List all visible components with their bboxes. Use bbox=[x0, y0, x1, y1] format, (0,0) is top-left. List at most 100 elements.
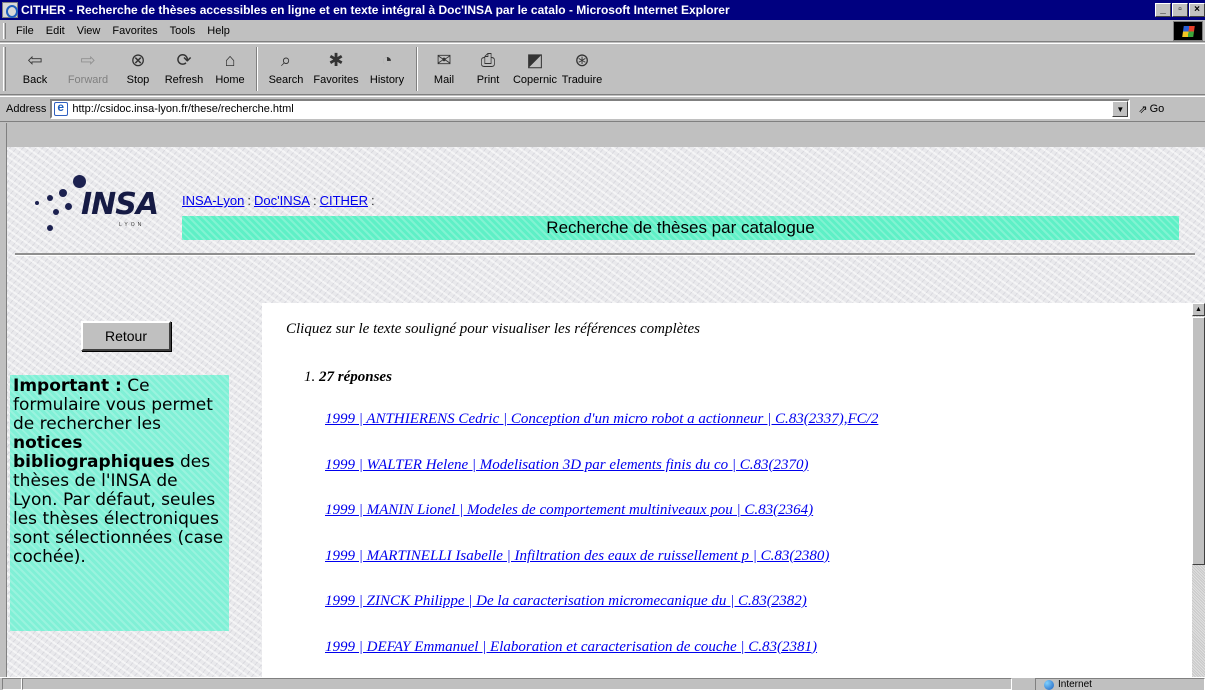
result-link[interactable]: 1999 | ZINCK Philippe | De la caracteris… bbox=[325, 593, 807, 610]
history-button[interactable]: ◔ History bbox=[362, 44, 412, 92]
result-link[interactable]: 1999 | WALTER Helene | Modelisation 3D p… bbox=[325, 457, 808, 474]
menu-view[interactable]: View bbox=[71, 25, 107, 37]
browser-window: CITHER - Recherche de thèses accessibles… bbox=[0, 0, 1205, 690]
toolbar-label: Print bbox=[476, 74, 500, 86]
internet-globe-icon bbox=[1044, 679, 1054, 690]
menu-grip[interactable] bbox=[3, 22, 6, 39]
menu-favorites[interactable]: Favorites bbox=[106, 25, 163, 37]
windows-logo-icon bbox=[1173, 21, 1203, 41]
go-label: Go bbox=[1149, 103, 1165, 115]
results-panel: Cliquez sur le texte souligné pour visua… bbox=[262, 303, 1192, 677]
favorites-icon: ✱ bbox=[328, 50, 344, 70]
copernic-icon: ◩ bbox=[526, 50, 544, 70]
logo-dot bbox=[59, 189, 67, 197]
stop-button[interactable]: ⊗ Stop bbox=[116, 44, 160, 92]
retour-button[interactable]: Retour bbox=[81, 321, 171, 351]
breadcrumb-insa-lyon[interactable]: INSA-Lyon bbox=[182, 193, 244, 208]
mail-icon: ✉ bbox=[436, 50, 452, 70]
toolbar-label: Home bbox=[215, 74, 245, 86]
breadcrumb-docinsa[interactable]: Doc'INSA bbox=[254, 193, 310, 208]
status-text-cell bbox=[22, 678, 1012, 690]
address-dropdown-icon[interactable]: ▼ bbox=[1112, 101, 1129, 117]
toolbar-label: Refresh bbox=[164, 74, 204, 86]
result-link[interactable]: 1999 | DEFAY Emmanuel | Elaboration et c… bbox=[325, 639, 817, 656]
home-icon: ⌂ bbox=[224, 50, 236, 70]
status-bar: Internet bbox=[0, 677, 1205, 690]
address-input[interactable]: http://csidoc.insa-lyon.fr/these/recherc… bbox=[50, 99, 1131, 119]
address-url: http://csidoc.insa-lyon.fr/these/recherc… bbox=[72, 103, 294, 115]
breadcrumb-separator: : bbox=[247, 193, 252, 208]
search-button[interactable]: ⌕ Search bbox=[262, 44, 310, 92]
status-page-icon bbox=[2, 678, 22, 690]
refresh-button[interactable]: ⟳ Refresh bbox=[160, 44, 208, 92]
toolbar-label: Back bbox=[22, 74, 48, 86]
results-count: 1. 27 réponses bbox=[304, 369, 392, 386]
logo-subtext: LYON bbox=[119, 222, 145, 228]
breadcrumb-cither[interactable]: CITHER bbox=[320, 193, 368, 208]
scrollbar-thumb[interactable] bbox=[1192, 317, 1205, 565]
result-link[interactable]: 1999 | MARTINELLI Isabelle | Infiltratio… bbox=[325, 548, 829, 565]
back-button[interactable]: ⇦ Back bbox=[10, 44, 60, 92]
breadcrumb-separator: : bbox=[370, 193, 375, 208]
search-icon: ⌕ bbox=[280, 50, 292, 70]
logo-dot bbox=[65, 203, 72, 210]
results-count-text: 27 réponses bbox=[319, 369, 392, 385]
important-bold: notices bibliographiques bbox=[13, 433, 175, 472]
window-left-edge bbox=[0, 123, 7, 677]
go-arrow-icon: ⇗ bbox=[1138, 103, 1148, 116]
logo-dot bbox=[53, 209, 59, 215]
results-intro: Cliquez sur le texte souligné pour visua… bbox=[286, 321, 700, 337]
scroll-up-icon[interactable]: ▲ bbox=[1192, 303, 1205, 316]
forward-arrow-icon: ⇨ bbox=[80, 50, 96, 70]
toolbar-label: Stop bbox=[126, 74, 150, 86]
menu-file[interactable]: File bbox=[10, 25, 40, 37]
menu-bar: File Edit View Favorites Tools Help bbox=[0, 20, 1205, 42]
translate-icon: ⊛ bbox=[574, 50, 590, 70]
toolbar-label: History bbox=[369, 74, 405, 86]
home-button[interactable]: ⌂ Home bbox=[208, 44, 252, 92]
web-page: INSA LYON INSA-Lyon: Doc'INSA: CITHER: Rec… bbox=[7, 147, 1205, 677]
menu-help[interactable]: Help bbox=[201, 25, 236, 37]
list-number: 1. bbox=[304, 369, 316, 385]
security-zone: Internet bbox=[1035, 678, 1205, 690]
vertical-scrollbar[interactable]: ▲ bbox=[1192, 303, 1205, 677]
toolbar-label: Mail bbox=[433, 74, 455, 86]
mail-button[interactable]: ✉ Mail bbox=[422, 44, 466, 92]
traduire-button[interactable]: ⊛ Traduire bbox=[560, 44, 604, 92]
forward-button[interactable]: ⇨ Forward bbox=[60, 44, 116, 92]
insa-logo: INSA LYON bbox=[35, 167, 165, 239]
result-link[interactable]: 1999 | MANIN Lionel | Modeles de comport… bbox=[325, 502, 813, 519]
breadcrumb: INSA-Lyon: Doc'INSA: CITHER: bbox=[182, 193, 378, 208]
toolbar-grip[interactable] bbox=[3, 47, 6, 91]
title-bar: CITHER - Recherche de thèses accessibles… bbox=[0, 0, 1205, 20]
logo-dot bbox=[47, 225, 53, 231]
page-icon bbox=[54, 100, 69, 116]
toolbar-separator bbox=[416, 47, 418, 91]
ie-app-icon[interactable] bbox=[2, 2, 18, 18]
toolbar-label: Forward bbox=[67, 74, 109, 86]
minimize-button[interactable]: _ bbox=[1155, 3, 1171, 17]
copernic-button[interactable]: ◩ Copernic bbox=[510, 44, 560, 92]
refresh-icon: ⟳ bbox=[176, 50, 192, 70]
page-title: Recherche de thèses par catalogue bbox=[182, 216, 1179, 240]
logo-text: INSA bbox=[81, 187, 159, 222]
toolbar-separator bbox=[256, 47, 258, 91]
breadcrumb-separator: : bbox=[312, 193, 317, 208]
toolbar-label: Traduire bbox=[561, 74, 603, 86]
result-link[interactable]: 1999 | ANTHIERENS Cedric | Conception d'… bbox=[325, 411, 878, 428]
go-button[interactable]: ⇗ Go bbox=[1138, 103, 1164, 116]
logo-dot bbox=[47, 195, 53, 201]
print-icon: ⎙ bbox=[480, 50, 496, 70]
close-button[interactable]: × bbox=[1189, 3, 1205, 17]
toolbar-label: Copernic bbox=[512, 74, 558, 86]
stop-icon: ⊗ bbox=[130, 50, 146, 70]
favorites-button[interactable]: ✱ Favorites bbox=[310, 44, 362, 92]
address-label: Address bbox=[6, 103, 47, 115]
menu-tools[interactable]: Tools bbox=[164, 25, 202, 37]
important-notice: Important : Ce formulaire vous permet de… bbox=[10, 375, 229, 631]
maximize-button[interactable]: ▫ bbox=[1172, 3, 1188, 17]
history-icon: ◔ bbox=[381, 50, 393, 70]
menu-edit[interactable]: Edit bbox=[40, 25, 71, 37]
address-bar: Address http://csidoc.insa-lyon.fr/these… bbox=[0, 96, 1205, 122]
print-button[interactable]: ⎙ Print bbox=[466, 44, 510, 92]
